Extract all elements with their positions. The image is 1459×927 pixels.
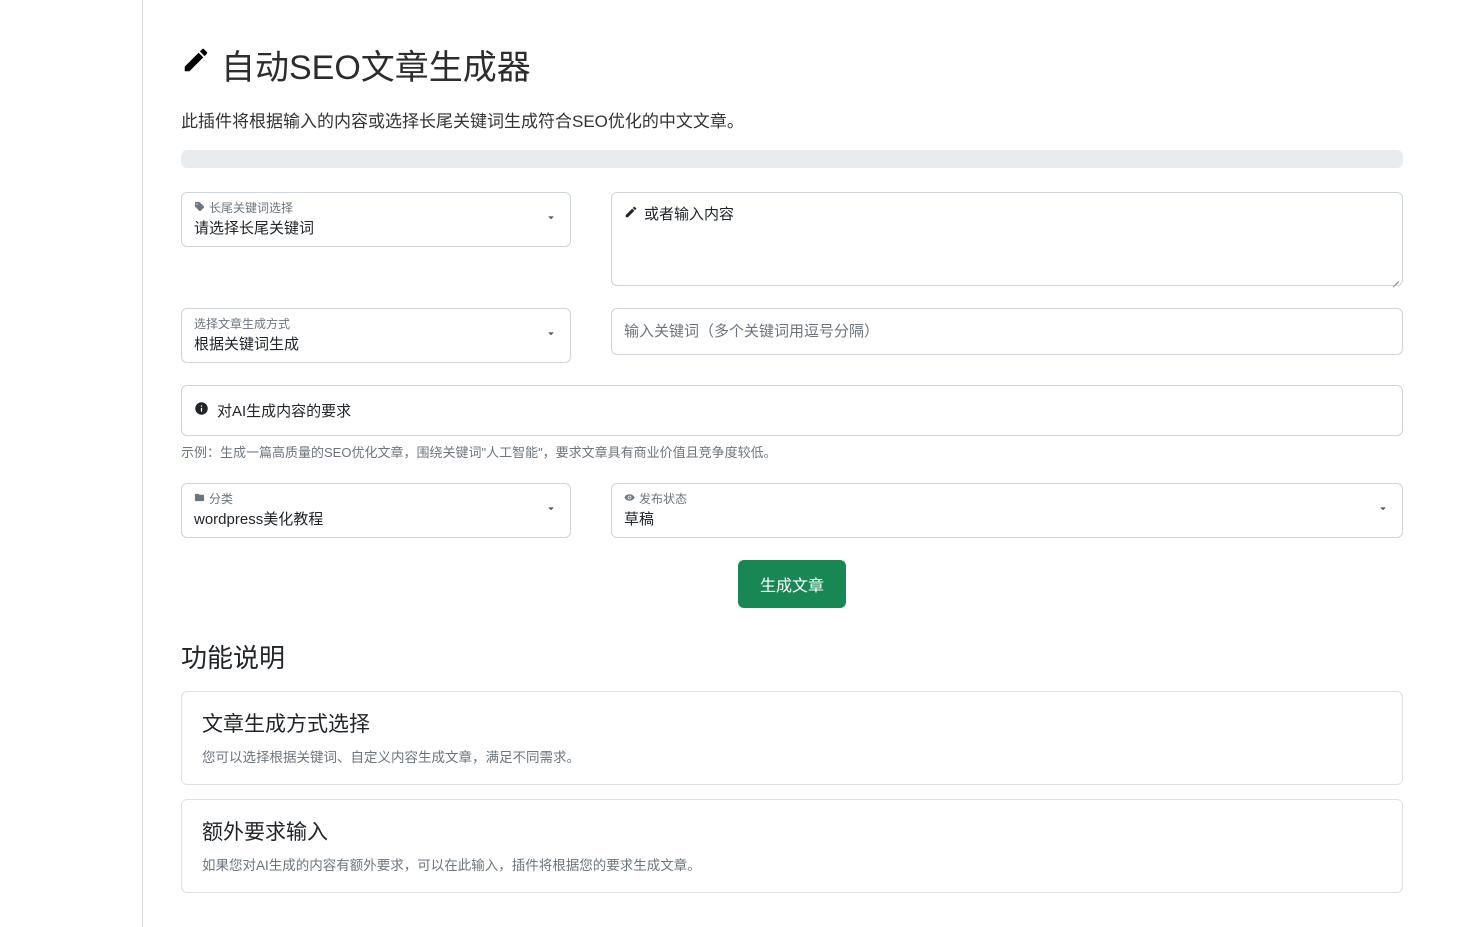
- keywords-input[interactable]: [611, 308, 1403, 355]
- ai-requirements-hint: 示例：生成一篇高质量的SEO优化文章，围绕关键词"人工智能"，要求文章具有商业价…: [181, 442, 1403, 461]
- category-select-value: wordpress美化教程: [182, 484, 570, 537]
- help-section-title: 功能说明: [181, 638, 1403, 675]
- help-card-text: 您可以选择根据关键词、自定义内容生成文章，满足不同需求。: [202, 746, 1382, 766]
- status-select-value: 草稿: [612, 484, 1402, 537]
- page-title-text: 自动SEO文章生成器: [221, 40, 531, 89]
- ai-requirements-placeholder: 对AI生成内容的要求: [217, 400, 351, 421]
- page-description: 此插件将根据输入的内容或选择长尾关键词生成符合SEO优化的中文文章。: [181, 107, 1403, 132]
- content-textarea-placeholder: 或者输入内容: [644, 203, 734, 224]
- content-textarea[interactable]: 或者输入内容: [611, 192, 1403, 286]
- resize-handle-icon[interactable]: [1388, 271, 1400, 283]
- progress-bar: [181, 150, 1403, 168]
- help-card-text: 如果您对AI生成的内容有额外要求，可以在此输入，插件将根据您的要求生成文章。: [202, 854, 1382, 874]
- ai-requirements-input[interactable]: 对AI生成内容的要求: [181, 385, 1403, 436]
- help-card-title: 文章生成方式选择: [202, 708, 1382, 738]
- generate-button[interactable]: 生成文章: [738, 560, 846, 608]
- keyword-select[interactable]: 长尾关键词选择 请选择长尾关键词: [181, 192, 571, 247]
- info-icon: [194, 401, 209, 420]
- status-select[interactable]: 发布状态 草稿: [611, 483, 1403, 538]
- pencil-icon: [624, 205, 638, 223]
- category-select[interactable]: 分类 wordpress美化教程: [181, 483, 571, 538]
- help-card-title: 额外要求输入: [202, 816, 1382, 846]
- keyword-select-value: 请选择长尾关键词: [182, 193, 570, 246]
- method-select-value: 根据关键词生成: [182, 309, 570, 362]
- method-select[interactable]: 选择文章生成方式 根据关键词生成: [181, 308, 571, 363]
- pencil-icon: [181, 45, 211, 84]
- help-card: 文章生成方式选择 您可以选择根据关键词、自定义内容生成文章，满足不同需求。: [181, 691, 1403, 785]
- page-title: 自动SEO文章生成器: [181, 40, 1403, 89]
